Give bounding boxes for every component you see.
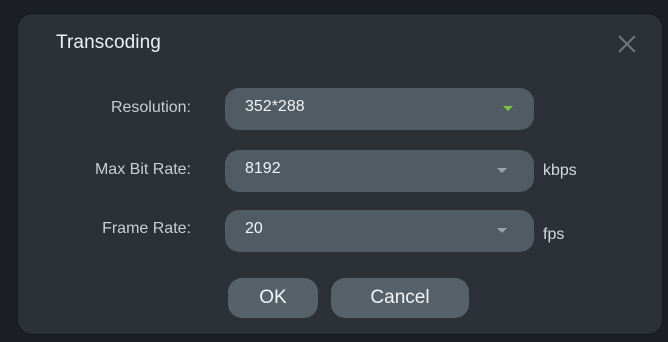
max-bit-rate-select[interactable]: 8192 [225,150,534,192]
dialog-titlebar: Transcoding [18,14,662,76]
cancel-button[interactable]: Cancel [331,278,469,318]
resolution-label: Resolution: [110,99,191,116]
dialog-title: Transcoding [56,32,161,53]
transcoding-dialog: Transcoding Resolution: 352*288 Max Bit … [18,14,662,334]
frame-rate-label: Frame Rate: [102,220,191,237]
max-bit-rate-unit: kbps [543,162,577,179]
chevron-down-icon [503,106,513,111]
max-bit-rate-label: Max Bit Rate: [94,161,191,178]
max-bit-rate-value: 8192 [245,160,281,177]
frame-rate-unit: fps [543,226,565,243]
close-icon-glyph [618,35,636,53]
frame-rate-value: 20 [245,220,263,237]
ok-button[interactable]: OK [228,278,318,318]
resolution-value: 352*288 [245,98,305,115]
close-icon[interactable] [614,31,640,57]
chevron-down-icon [497,168,507,173]
chevron-down-icon [497,228,507,233]
frame-rate-select[interactable]: 20 [225,210,534,252]
screen-background: Transcoding Resolution: 352*288 Max Bit … [0,0,668,342]
resolution-select[interactable]: 352*288 [225,88,534,130]
